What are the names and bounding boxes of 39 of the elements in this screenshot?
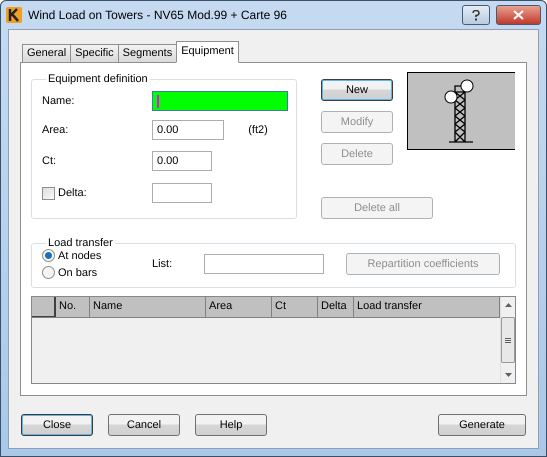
column-header[interactable]: Ct [272,297,318,317]
input-field[interactable] [152,183,212,203]
input-field[interactable]: 0.00 [152,120,224,140]
field-label: Area: [42,124,70,136]
group-title: Load transfer [47,237,114,249]
scroll-up-icon [504,303,512,307]
question-icon [472,10,480,20]
action-button[interactable]: New [321,79,393,101]
group-title: Equipment definition [47,73,149,85]
input-field[interactable]: 0.00 [152,151,212,171]
tab[interactable]: Specific [70,44,119,62]
list-field[interactable] [204,254,324,274]
delta-checkbox[interactable]: Delta: [42,186,146,200]
tab[interactable]: Segments [118,44,178,62]
column-header[interactable]: No. [56,297,90,317]
window-title: Wind Load on Towers - NV65 Mod.99 + Carte 96 [28,8,288,22]
tab[interactable]: Equipment [176,41,239,63]
close-button[interactable] [496,5,541,25]
tab[interactable]: General [22,44,72,62]
grip-icon [505,338,511,342]
help-button[interactable] [462,5,490,25]
field-label: Ct: [42,155,58,167]
close-icon [513,10,524,20]
dialog-button[interactable]: Generate [438,414,526,436]
dialog-button[interactable]: Close [21,414,93,436]
dialog-button[interactable]: Help [195,414,267,436]
app-logo-icon [6,7,22,23]
column-header[interactable]: Area [206,297,272,317]
radio-option[interactable]: At nodes [42,249,152,262]
dialog-button[interactable]: Cancel [108,414,180,436]
column-header[interactable]: Delta [318,297,354,317]
scroll-down-icon [504,373,512,377]
input-field[interactable] [152,91,288,111]
radio-option[interactable]: On bars [42,266,152,279]
list-label: List: [152,258,174,270]
unit-label: (ft2) [248,124,269,136]
column-header[interactable]: Name [90,297,206,317]
field-label: Name: [42,95,76,107]
scrollbar[interactable] [500,297,515,383]
